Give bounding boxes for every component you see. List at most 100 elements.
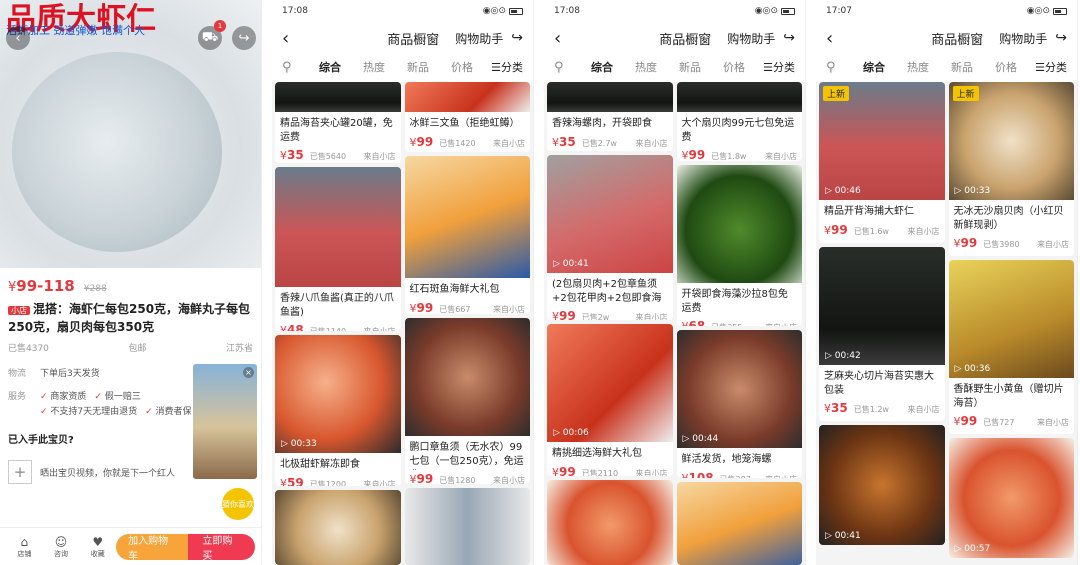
- video-duration: ▷ 00:41: [825, 531, 861, 541]
- product-image[interactable]: 上新 ▷ 00:33: [948, 82, 1074, 200]
- play-icon: ▷: [682, 433, 693, 444]
- shop-source: 来自小店: [363, 152, 396, 161]
- product-card[interactable]: 开袋即食海藻沙拉8包免运费 ¥68 已售355 来自小店: [676, 165, 802, 326]
- floating-video[interactable]: ×: [193, 364, 257, 479]
- product-image[interactable]: [275, 166, 401, 287]
- product-card[interactable]: [275, 490, 401, 565]
- search-icon[interactable]: ⚲: [826, 60, 852, 75]
- product-image[interactable]: ▷ 00:42: [819, 247, 945, 365]
- filter-tab[interactable]: 综合: [852, 59, 896, 75]
- close-icon[interactable]: ×: [243, 367, 254, 378]
- product-card[interactable]: ▷ 00:06 精挑细选海鲜大礼包 ¥99 已售2110 来自小店: [547, 323, 673, 476]
- play-icon: ▷: [825, 531, 835, 541]
- product-card[interactable]: 红石斑鱼海鲜大礼包 ¥99 已售667 来自小店: [404, 155, 530, 314]
- product-image[interactable]: ▷ 00:44: [676, 329, 802, 448]
- category-button[interactable]: ☰ 分类: [1027, 54, 1077, 80]
- video-duration: ▷ 00:44: [683, 434, 719, 444]
- sold-count: 已售1.2w: [853, 405, 889, 414]
- product-image[interactable]: ▷ 00:33: [275, 335, 401, 454]
- filter-tab[interactable]: 新品: [668, 59, 712, 75]
- filter-tab[interactable]: 热度: [352, 59, 396, 75]
- back-icon[interactable]: ‹: [554, 28, 584, 49]
- product-image[interactable]: [275, 490, 401, 565]
- category-button[interactable]: ☰ 分类: [483, 54, 533, 80]
- search-icon[interactable]: ⚲: [554, 60, 580, 75]
- product-image[interactable]: [547, 479, 673, 565]
- product-card[interactable]: 香辣海螺肉，开袋即食 ¥35 已售2.7w 来自小店: [547, 82, 673, 152]
- product-price: ¥35: [280, 148, 304, 162]
- product-card[interactable]: ▷ 00:57: [948, 438, 1074, 558]
- filter-tab[interactable]: 新品: [940, 59, 984, 75]
- product-card[interactable]: 上新 ▷ 00:46 精品开背海捕大虾仁 ¥99 已售1.6w 来自小店: [819, 82, 945, 243]
- product-image[interactable]: ▷ 00:36: [948, 260, 1074, 378]
- product-card[interactable]: 精品海苔夹心罐20罐，免运费 ¥35 已售5640 来自小店: [275, 82, 401, 163]
- product-image[interactable]: [275, 82, 401, 112]
- product-card[interactable]: 冰鲜三文鱼（拒绝虹鳟） ¥99 已售1420 来自小店: [404, 82, 530, 152]
- product-image[interactable]: ▷ 00:41: [547, 155, 673, 274]
- product-image[interactable]: 上新 ▷ 00:46: [819, 82, 945, 200]
- product-image[interactable]: ▷ 00:57: [948, 438, 1074, 558]
- add-to-cart-button[interactable]: 加入购物车: [116, 533, 189, 562]
- filter-tab[interactable]: 价格: [984, 59, 1028, 75]
- product-image[interactable]: ▷ 00:41: [819, 425, 945, 545]
- price-value: 68: [689, 319, 706, 325]
- filter-tab[interactable]: 新品: [396, 59, 440, 75]
- share-icon[interactable]: ↪: [1055, 30, 1067, 46]
- currency: ¥: [552, 465, 559, 476]
- product-price: ¥99: [552, 309, 576, 320]
- shopping-assistant-button[interactable]: 购物助手: [999, 30, 1047, 47]
- product-card[interactable]: 大个扇贝肉99元七包免运费 ¥99 已售1.8w 来自小店: [676, 82, 802, 162]
- product-image[interactable]: [404, 155, 530, 278]
- product-image[interactable]: [404, 488, 530, 565]
- product-card[interactable]: 香辣八爪鱼酱(真正的八爪鱼酱) ¥48 已售1140 来自小店: [275, 166, 401, 332]
- product-card[interactable]: ▷ 00:42 芝麻夹心切片海苔实惠大包装 ¥35 已售1.2w 来自小店: [819, 247, 945, 421]
- search-icon[interactable]: ⚲: [282, 60, 308, 75]
- back-icon[interactable]: ‹: [282, 28, 312, 49]
- product-image[interactable]: [676, 82, 802, 112]
- product-price: ¥35: [552, 135, 576, 149]
- tab-chat[interactable]: ☺ 咨询: [43, 535, 80, 559]
- product-price: ¥59: [280, 476, 304, 486]
- product-image[interactable]: ▷ 00:06: [547, 323, 673, 442]
- shopping-assistant-button[interactable]: 购物助手: [727, 30, 775, 47]
- product-card[interactable]: 鹏口章鱼须（无水农）99七包（一包250克），免运费 ¥99 已售1280 来自小店: [404, 317, 530, 485]
- buy-now-button[interactable]: 立即购买: [188, 533, 256, 562]
- filter-tab[interactable]: 价格: [440, 59, 484, 75]
- price-value: 99: [559, 464, 576, 476]
- recommend-badge[interactable]: 猜你喜欢: [222, 488, 254, 520]
- filter-tab[interactable]: 价格: [712, 59, 756, 75]
- product-card[interactable]: ▷ 00:36 香酥野生小黄鱼（赠切片海苔） ¥99 已售727 来自小店: [948, 260, 1074, 434]
- product-image[interactable]: [404, 82, 530, 112]
- share-icon[interactable]: ↪: [783, 30, 795, 46]
- filter-tab[interactable]: 综合: [580, 59, 624, 75]
- back-icon[interactable]: ‹: [826, 28, 856, 49]
- back-icon[interactable]: ‹: [6, 26, 30, 50]
- product-card[interactable]: [676, 482, 802, 565]
- product-image[interactable]: [547, 82, 673, 112]
- category-button[interactable]: ☰ 分类: [755, 54, 805, 80]
- product-image[interactable]: [404, 317, 530, 436]
- share-icon[interactable]: ↪: [232, 26, 256, 50]
- product-card[interactable]: ▷ 00:44 鲜活发货，地笼海螺 ¥108 已售287 来自小店: [676, 329, 802, 479]
- filter-tab[interactable]: 热度: [896, 59, 940, 75]
- tab-favorite[interactable]: ♥ 收藏: [79, 535, 116, 559]
- product-card[interactable]: ▷ 00:41 (2包扇贝肉+2包章鱼须+2包花甲肉+2包即食海 ¥99 已售2w 来自…: [547, 155, 673, 320]
- product-name: 北极甜虾解冻即食: [280, 459, 360, 471]
- product-hero-image[interactable]: 品质大虾仁 活虾加工 劲道弹嫩 饱满个大 ‹ ⛟ 1 ↪: [0, 0, 261, 268]
- product-card[interactable]: ▷ 00:33 北极甜虾解冻即食 ¥59 已售1200 来自小店: [275, 335, 401, 487]
- shop-source: 来自小店: [635, 468, 668, 476]
- product-card[interactable]: [547, 479, 673, 565]
- product-image[interactable]: [676, 482, 802, 565]
- shopping-assistant-button[interactable]: 购物助手: [455, 30, 503, 47]
- add-video-icon[interactable]: +: [8, 460, 32, 484]
- product-card[interactable]: ▷ 00:41: [819, 425, 945, 545]
- product-image[interactable]: [676, 165, 802, 284]
- tab-shop[interactable]: ⌂ 店铺: [6, 535, 43, 559]
- share-icon[interactable]: ↪: [511, 30, 523, 46]
- filter-tab[interactable]: 热度: [624, 59, 668, 75]
- product-card[interactable]: [404, 488, 530, 565]
- product-card[interactable]: 上新 ▷ 00:33 无冰无沙扇贝肉（小红贝新鲜现剥） ¥99 已售3980 来自小店: [948, 82, 1074, 256]
- duration-text: 00:33: [290, 439, 317, 450]
- filter-tab[interactable]: 综合: [308, 59, 352, 75]
- product-name: 精挑细选海鲜大礼包: [552, 447, 642, 459]
